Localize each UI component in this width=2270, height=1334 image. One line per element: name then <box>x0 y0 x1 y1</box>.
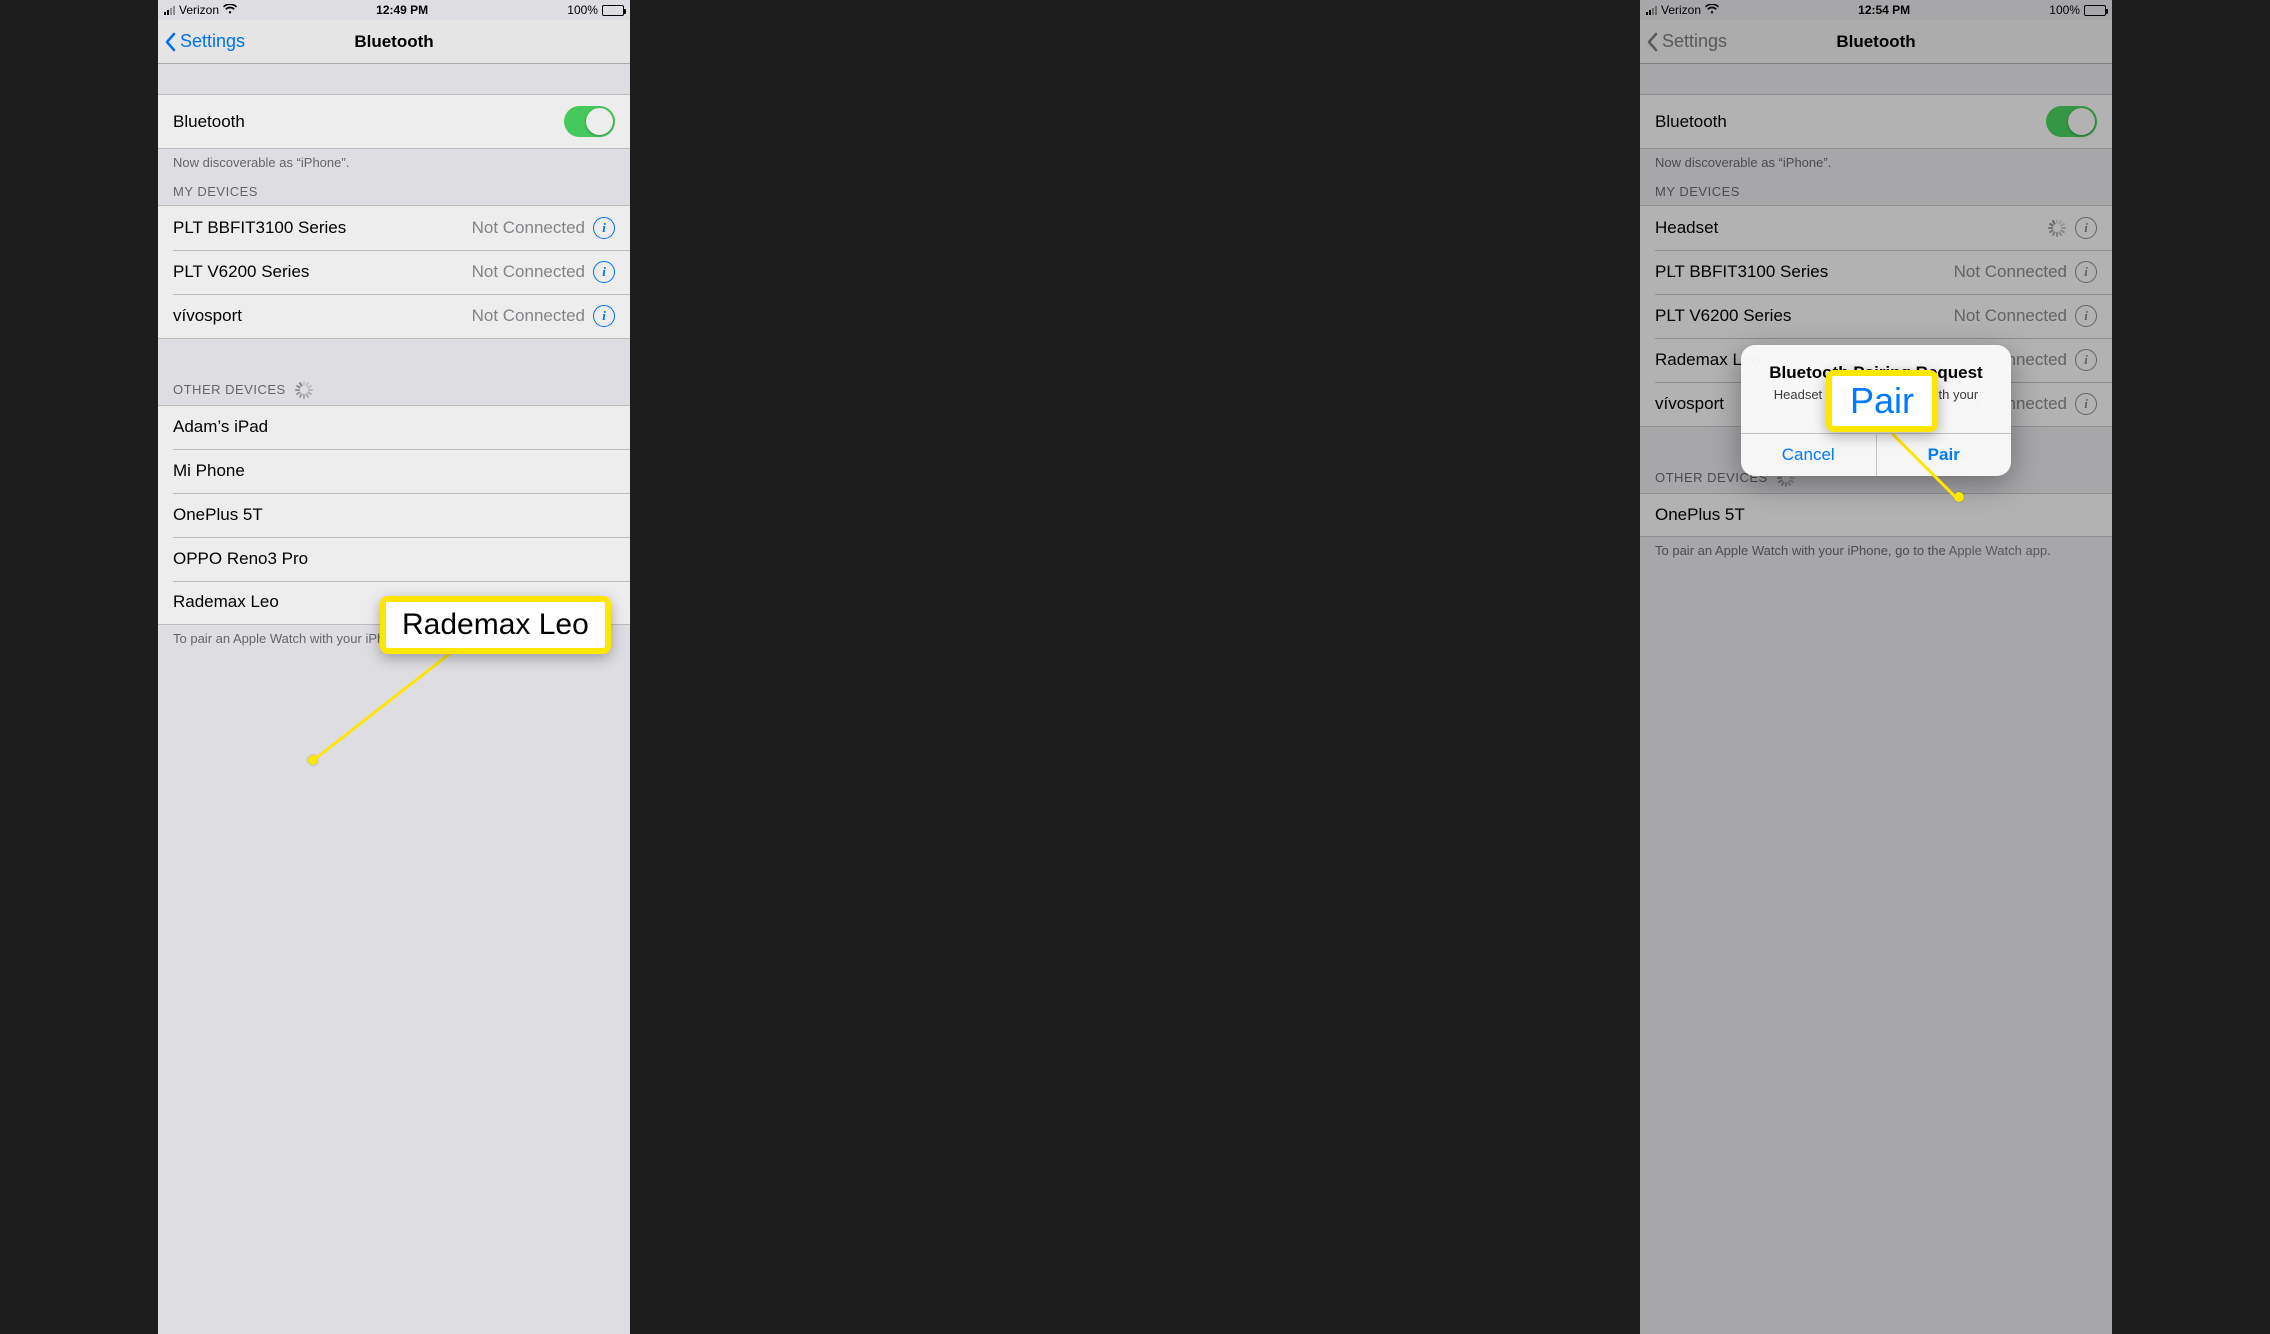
other-device-row[interactable]: OnePlus 5T <box>1640 493 2112 537</box>
screenshot-left: Verizon 12:49 PM 100% Settings Bluetooth… <box>158 0 630 1334</box>
status-bar: Verizon 12:54 PM 100% <box>1640 0 2112 20</box>
nav-bar: Settings Bluetooth <box>1640 20 2112 64</box>
info-icon[interactable]: i <box>593 305 615 327</box>
back-button[interactable]: Settings <box>1646 31 1727 52</box>
bluetooth-label: Bluetooth <box>1655 112 2046 132</box>
bluetooth-switch[interactable] <box>2046 106 2097 137</box>
info-icon[interactable]: i <box>593 217 615 239</box>
other-devices-header: OTHER DEVICES <box>158 375 630 405</box>
carrier-label: Verizon <box>179 3 219 17</box>
battery-percent: 100% <box>2049 3 2080 17</box>
clock: 12:54 PM <box>1858 3 1910 17</box>
chevron-left-icon <box>1646 32 1658 52</box>
info-icon[interactable]: i <box>2075 349 2097 371</box>
status-bar: Verizon 12:49 PM 100% <box>158 0 630 20</box>
bluetooth-label: Bluetooth <box>173 112 564 132</box>
device-row[interactable]: PLT BBFIT3100 Series Not Connected i <box>158 205 630 250</box>
page-title: Bluetooth <box>1836 32 1915 52</box>
battery-icon <box>2084 5 2106 16</box>
info-icon[interactable]: i <box>593 261 615 283</box>
spinner-icon <box>294 381 312 399</box>
other-device-row[interactable]: OnePlus 5T <box>158 493 630 537</box>
device-row[interactable]: PLT BBFIT3100 Series Not Connected i <box>1640 250 2112 294</box>
chevron-left-icon <box>164 32 176 52</box>
signal-icon <box>164 5 175 15</box>
wifi-icon <box>223 3 237 17</box>
other-device-row[interactable]: Adam’s iPad <box>158 405 630 449</box>
back-label: Settings <box>180 31 245 52</box>
spinner-icon <box>2047 219 2065 237</box>
my-devices-header: MY DEVICES <box>1640 178 2112 205</box>
callout-pair: Pair <box>1826 370 1938 432</box>
my-devices-header: MY DEVICES <box>158 178 630 205</box>
other-device-row[interactable]: Mi Phone <box>158 449 630 493</box>
bluetooth-switch[interactable] <box>564 106 615 137</box>
clock: 12:49 PM <box>376 3 428 17</box>
battery-icon <box>602 5 624 16</box>
nav-bar: Settings Bluetooth <box>158 20 630 64</box>
callout-rademax: Rademax Leo <box>380 596 611 654</box>
device-row[interactable]: vívosport Not Connected i <box>158 294 630 339</box>
device-row[interactable]: Headset i <box>1640 205 2112 250</box>
discoverable-note: Now discoverable as “iPhone”. <box>1640 149 2112 178</box>
callout-pointer-line <box>312 645 460 761</box>
carrier-label: Verizon <box>1661 3 1701 17</box>
device-row[interactable]: PLT V6200 Series Not Connected i <box>1640 294 2112 338</box>
page-title: Bluetooth <box>354 32 433 52</box>
info-icon[interactable]: i <box>2075 261 2097 283</box>
apple-watch-link[interactable]: Apple Watch app <box>1949 543 2048 558</box>
bluetooth-toggle-row: Bluetooth <box>158 94 630 149</box>
discoverable-note: Now discoverable as “iPhone”. <box>158 149 630 178</box>
info-icon[interactable]: i <box>2075 393 2097 415</box>
info-icon[interactable]: i <box>2075 305 2097 327</box>
apple-watch-note: To pair an Apple Watch with your iPhone,… <box>1640 537 2112 566</box>
signal-icon <box>1646 5 1657 15</box>
wifi-icon <box>1705 3 1719 17</box>
back-label: Settings <box>1662 31 1727 52</box>
alert-cancel-button[interactable]: Cancel <box>1741 434 1876 476</box>
back-button[interactable]: Settings <box>164 31 245 52</box>
screenshot-right: Verizon 12:54 PM 100% Settings Bluetooth… <box>1640 0 2112 1334</box>
other-device-row[interactable]: OPPO Reno3 Pro <box>158 537 630 581</box>
battery-percent: 100% <box>567 3 598 17</box>
device-row[interactable]: PLT V6200 Series Not Connected i <box>158 250 630 294</box>
info-icon[interactable]: i <box>2075 217 2097 239</box>
bluetooth-toggle-row: Bluetooth <box>1640 94 2112 149</box>
